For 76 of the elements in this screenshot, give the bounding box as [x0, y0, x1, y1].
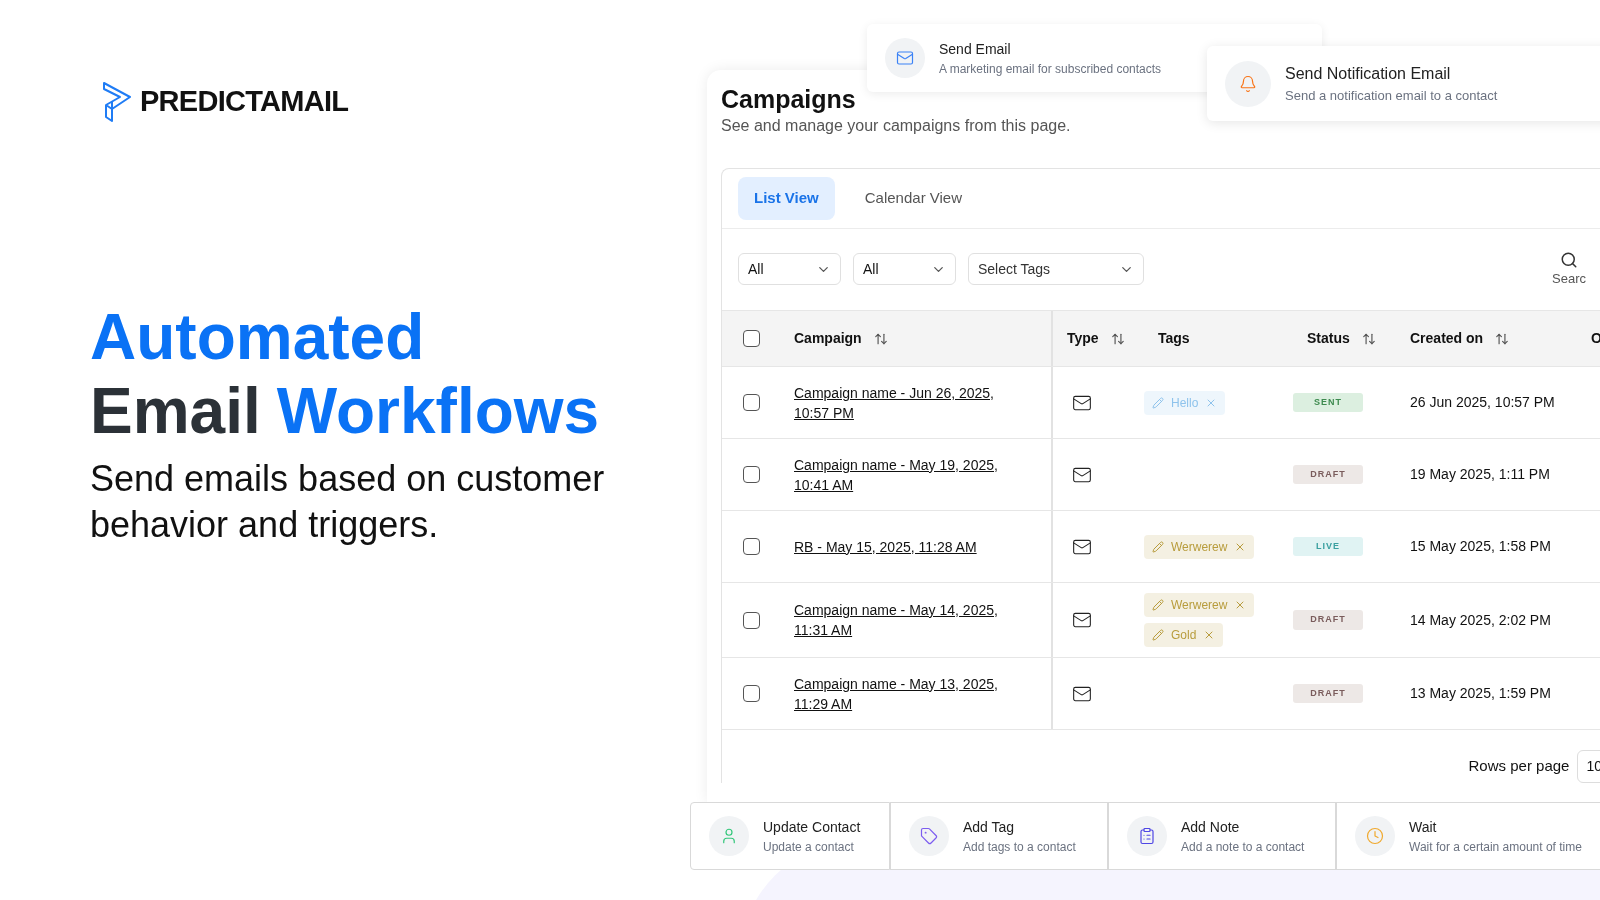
status-badge: SENT [1293, 392, 1363, 413]
logo-icon [102, 80, 132, 123]
campaign-link[interactable]: Campaign name - Jun 26, 2025, 10:57 PM [794, 382, 1006, 423]
created-date: 13 May 2025, 1:59 PM [1410, 684, 1551, 703]
campaign-link[interactable]: RB - May 15, 2025, 11:28 AM [794, 536, 977, 557]
action-title: Add Note [1181, 817, 1241, 837]
column-header: Status [1307, 329, 1350, 348]
trigger-description: A marketing email for subscribed contacts [939, 60, 1162, 78]
sort-icon[interactable] [1495, 331, 1510, 346]
created-date: 14 May 2025, 2:02 PM [1410, 610, 1551, 630]
clock-icon [1355, 816, 1395, 856]
action-card[interactable]: Add Tag Add tags to a contact [890, 802, 1108, 870]
sort-icon[interactable] [1361, 331, 1376, 346]
headline-word: Automated [90, 299, 425, 374]
sort-icon[interactable] [1110, 331, 1125, 346]
tag-label: Werwerew [1171, 538, 1228, 556]
checkbox[interactable] [742, 466, 760, 483]
clipboard-icon [1127, 816, 1167, 856]
column-header: Campaign [794, 329, 862, 348]
tag-label: Gold [1171, 627, 1197, 644]
action-card[interactable]: Update Contact Update a contact [690, 802, 890, 870]
pencil-icon [1152, 396, 1164, 409]
created-date: 15 May 2025, 1:58 PM [1410, 537, 1551, 556]
status-badge: DRAFT [1293, 683, 1363, 704]
filter-dropdown[interactable]: All [853, 253, 956, 286]
view-tab[interactable]: Calendar View [848, 177, 979, 220]
pencil-icon [1152, 629, 1164, 641]
sort-icon[interactable] [873, 331, 888, 346]
tag-label: Hello [1171, 394, 1199, 412]
campaign-link[interactable]: Campaign name - May 19, 2025, 10:41 AM [794, 454, 1006, 495]
trigger-title: Send Email [939, 39, 1012, 59]
pencil-icon [1152, 540, 1164, 553]
status-badge: LIVE [1293, 536, 1363, 557]
tag-icon [909, 816, 949, 856]
column-header: Tags [1158, 329, 1190, 348]
page-title: Campaigns [721, 84, 856, 114]
view-tab[interactable]: List View [738, 177, 835, 220]
status-badge: DRAFT [1293, 464, 1363, 485]
person-icon [709, 816, 749, 856]
bell-icon [1225, 60, 1271, 107]
search-label[interactable]: Searc [1552, 268, 1586, 288]
headline-word: Email [90, 373, 261, 448]
column-header: Created on [1410, 329, 1484, 348]
action-card[interactable]: Add Note Add a note to a contact [1108, 802, 1336, 870]
campaign-link[interactable]: Campaign name - May 14, 2025, 11:31 AM [794, 600, 1006, 640]
action-title: Wait [1409, 817, 1438, 837]
hero-subtitle: Send emails based on customer behavior and triggers. [90, 456, 606, 547]
action-title: Add Tag [963, 817, 1016, 837]
checkbox[interactable] [742, 394, 760, 411]
action-description: Update a contact [763, 838, 855, 856]
envelope-icon [885, 38, 925, 78]
tag-label: Werwerew [1171, 597, 1228, 614]
action-title: Update Contact [763, 817, 861, 837]
checkbox[interactable] [742, 330, 760, 347]
action-description: Wait for a certain amount of time [1409, 838, 1582, 856]
filter-dropdown[interactable]: Select Tags [968, 253, 1144, 286]
rows-per-page-label: Rows per page [1468, 756, 1570, 777]
checkbox[interactable] [742, 611, 760, 629]
headline-word: Workflows [276, 373, 600, 448]
status-badge: DRAFT [1293, 610, 1363, 630]
created-date: 26 Jun 2025, 10:57 PM [1410, 393, 1555, 412]
checkbox[interactable] [742, 538, 760, 555]
action-description: Add a note to a contact [1181, 838, 1305, 856]
pencil-icon [1152, 599, 1164, 611]
brand-name: PREDICTAMAIL [140, 84, 349, 119]
action-description: Add tags to a contact [963, 838, 1076, 856]
page-subtitle: See and manage your campaigns from this page. [721, 116, 1071, 136]
envelope-icon [1071, 610, 1093, 630]
trigger-toast[interactable]: Send Notification Email Send a notification email to a contact [1207, 46, 1600, 121]
campaign-link[interactable]: Campaign name - May 13, 2025, 11:29 AM [794, 673, 1006, 714]
filter-dropdown[interactable]: All [738, 253, 841, 286]
action-card[interactable]: Wait Wait for a certain amount of time [1336, 802, 1600, 870]
column-header: Type [1067, 329, 1099, 348]
search-icon[interactable] [1560, 250, 1578, 269]
created-date: 19 May 2025, 1:11 PM [1410, 465, 1550, 484]
checkbox[interactable] [742, 685, 760, 702]
